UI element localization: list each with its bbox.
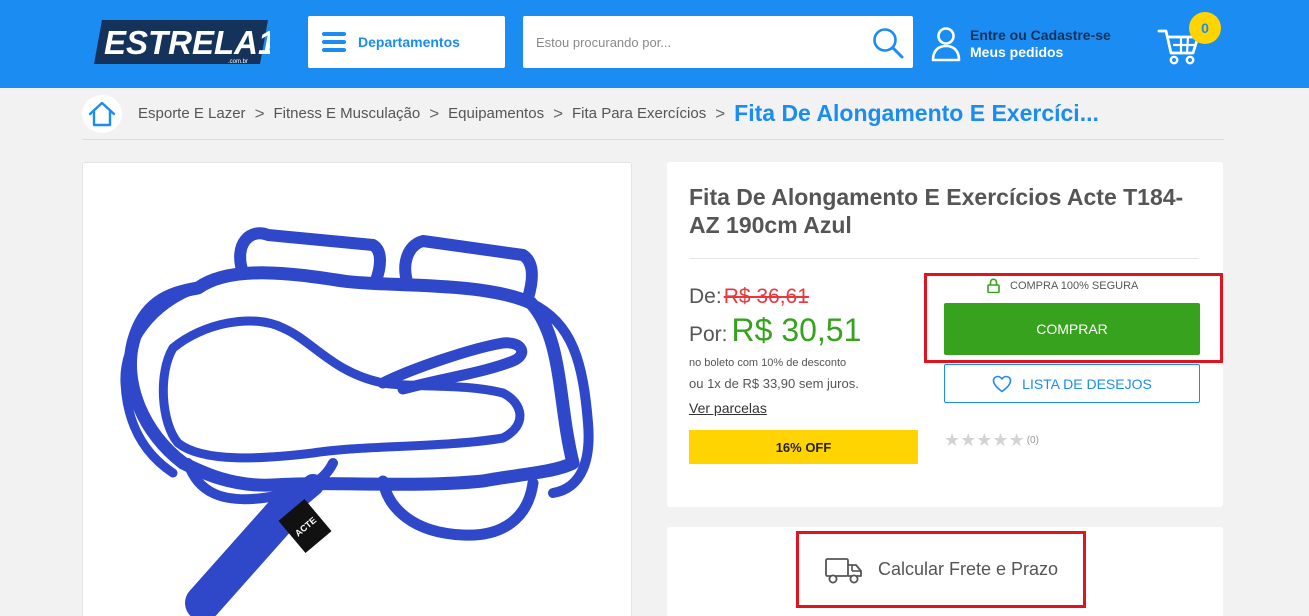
current-price-value: R$ 30,51: [731, 312, 862, 348]
secure-purchase-label: COMPRA 100% SEGURA: [1010, 279, 1139, 292]
wishlist-label: LISTA DE DESEJOS: [1022, 375, 1152, 392]
search-box: [523, 16, 913, 68]
logo-text: ESTRELA10: [104, 24, 270, 61]
breadcrumb-separator: >: [553, 103, 564, 123]
divider: [689, 258, 1199, 259]
wishlist-button[interactable]: LISTA DE DESEJOS: [944, 364, 1200, 403]
buy-button[interactable]: COMPRAR: [944, 303, 1200, 355]
my-orders-link[interactable]: Meus pedidos: [970, 44, 1111, 61]
installments-link[interactable]: Ver parcelas: [689, 400, 767, 416]
estrela10-logo[interactable]: ESTRELA10 .com.br: [92, 16, 270, 68]
lock-icon: [987, 278, 1000, 293]
heart-icon: [992, 375, 1012, 392]
departments-button[interactable]: Departamentos: [308, 16, 505, 68]
product-image-panel[interactable]: ACTE: [82, 162, 632, 616]
product-rating[interactable]: ★★★★★ (0): [944, 430, 1039, 451]
search-input[interactable]: [523, 16, 863, 68]
product-title: Fita De Alongamento E Exercícios Acte T1…: [689, 184, 1184, 238]
breadcrumb-separator: >: [715, 103, 726, 123]
rating-stars-icon: ★★★★★: [944, 430, 1025, 450]
boleto-discount-text: no boleto com 10% de desconto: [689, 357, 847, 369]
product-image: ACTE: [120, 227, 594, 616]
breadcrumb-item-fita-exercicios[interactable]: Fita Para Exercícios: [572, 105, 706, 122]
current-price-label: Por:: [689, 323, 728, 346]
old-price-value: R$ 36,61: [723, 285, 809, 308]
old-price: De:R$ 36,61: [689, 285, 809, 309]
user-icon: [931, 27, 961, 62]
installment-text: ou 1x de R$ 33,90 sem juros.: [689, 376, 859, 391]
breadcrumb-item-esporte-lazer[interactable]: Esporte E Lazer: [138, 105, 246, 122]
site-header: ESTRELA10 .com.br Departamentos Entre ou…: [0, 0, 1309, 88]
logo-domain: .com.br: [228, 59, 248, 65]
calculate-shipping-label: Calcular Frete e Prazo: [877, 559, 1059, 579]
rating-count: (0): [1026, 435, 1039, 446]
old-price-label: De:: [689, 285, 722, 308]
home-button[interactable]: [82, 94, 122, 133]
departments-label: Departamentos: [358, 34, 460, 50]
product-info-panel: Fita De Alongamento E Exercícios Acte T1…: [667, 162, 1223, 507]
search-icon[interactable]: [871, 26, 905, 60]
calculate-shipping-button[interactable]: Calcular Frete e Prazo: [796, 531, 1086, 608]
breadcrumb-separator: >: [254, 103, 265, 123]
breadcrumb-current: Fita De Alongamento E Exercíci...: [734, 100, 1099, 126]
breadcrumb-item-equipamentos[interactable]: Equipamentos: [448, 105, 544, 122]
account-link[interactable]: Entre ou Cadastre-se Meus pedidos: [930, 24, 1111, 64]
home-icon: [88, 101, 116, 126]
hamburger-menu-icon: [322, 32, 346, 52]
secure-purchase: COMPRA 100% SEGURA: [987, 278, 1138, 293]
current-price: Por: R$ 30,51: [689, 312, 861, 349]
login-register-link[interactable]: Entre ou Cadastre-se: [970, 27, 1111, 44]
discount-badge: 16% OFF: [689, 430, 918, 464]
truck-icon: [825, 557, 862, 583]
breadcrumb-item-fitness[interactable]: Fitness E Musculação: [274, 105, 421, 122]
breadcrumb: Esporte E Lazer > Fitness E Musculação >…: [82, 88, 1224, 140]
cart-count-badge: 0: [1189, 12, 1221, 44]
breadcrumb-separator: >: [429, 103, 440, 123]
